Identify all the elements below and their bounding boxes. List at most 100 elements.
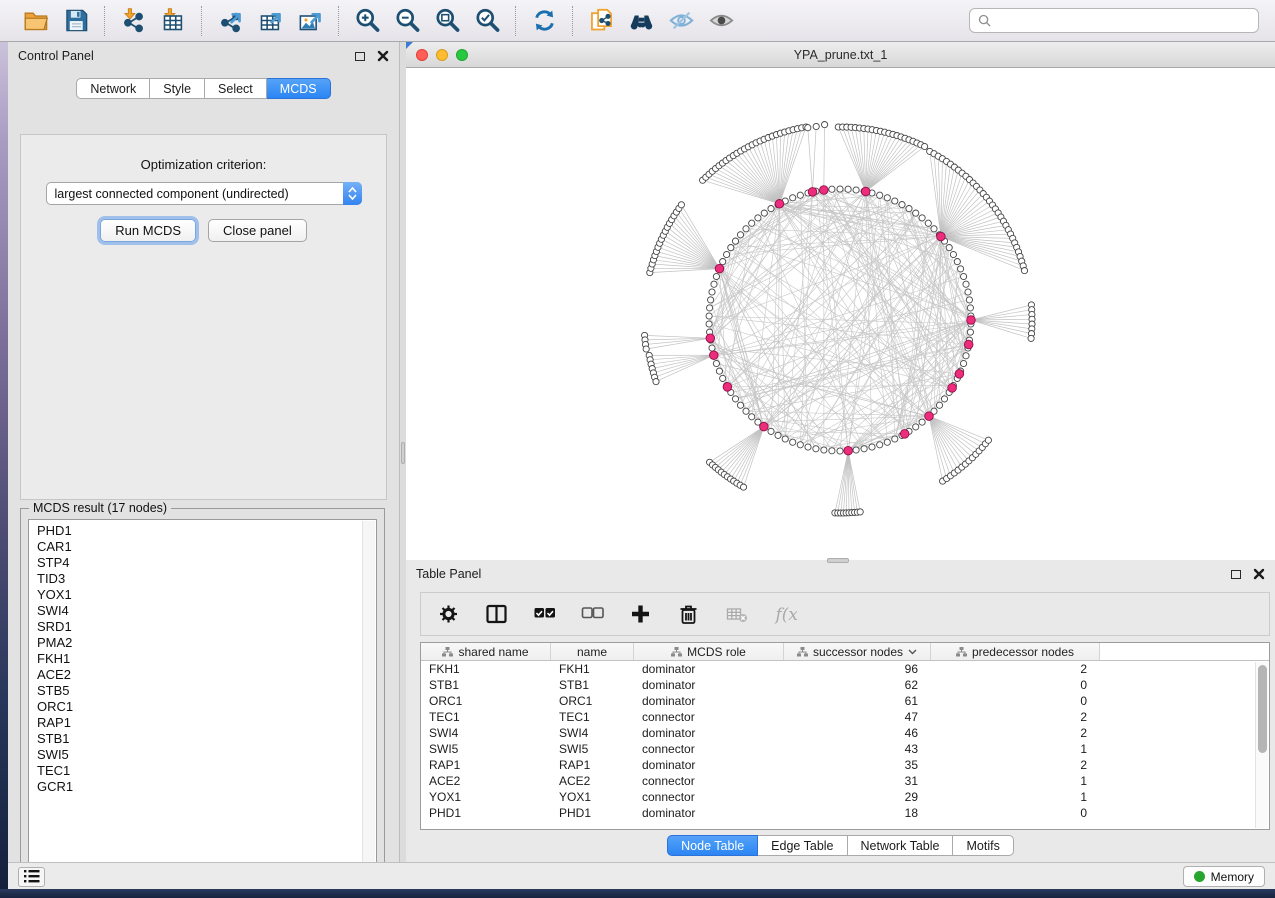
- table-scrollbar[interactable]: [1255, 662, 1268, 828]
- criterion-dropdown[interactable]: largest connected component (undirected): [46, 182, 362, 205]
- settings-gear-button[interactable]: [437, 603, 461, 626]
- table-row[interactable]: SWI4SWI4dominator462: [421, 725, 1269, 741]
- table-tab-network-table[interactable]: Network Table: [848, 835, 954, 856]
- cell-name[interactable]: RAP1: [551, 758, 634, 772]
- zoom-out-button[interactable]: [387, 4, 427, 38]
- export-image-button[interactable]: [290, 4, 330, 38]
- result-list-scrollbar[interactable]: [362, 521, 375, 870]
- table-row[interactable]: PHD1PHD1dominator180: [421, 805, 1269, 821]
- cell-shared-name[interactable]: YOX1: [421, 790, 551, 804]
- network-graph[interactable]: [406, 68, 1275, 560]
- cell-MCDS-role[interactable]: connector: [634, 790, 784, 804]
- search-field[interactable]: [969, 8, 1259, 33]
- cell-predecessor-nodes[interactable]: 1: [931, 742, 1100, 756]
- table-tab-edge-table[interactable]: Edge Table: [758, 835, 847, 856]
- cell-successor-nodes[interactable]: 43: [784, 742, 931, 756]
- cell-successor-nodes[interactable]: 31: [784, 774, 931, 788]
- show-columns-button[interactable]: [485, 603, 509, 626]
- table-row[interactable]: RAP1RAP1dominator352: [421, 757, 1269, 773]
- float-table-panel-icon[interactable]: [1231, 570, 1241, 579]
- cell-predecessor-nodes[interactable]: 0: [931, 806, 1100, 820]
- cell-name[interactable]: ORC1: [551, 694, 634, 708]
- cell-predecessor-nodes[interactable]: 2: [931, 662, 1100, 676]
- cell-shared-name[interactable]: TEC1: [421, 710, 551, 724]
- save-session-button[interactable]: [56, 4, 96, 38]
- table-scrollbar-thumb[interactable]: [1258, 665, 1267, 753]
- export-network-button[interactable]: [210, 4, 250, 38]
- cell-MCDS-role[interactable]: connector: [634, 774, 784, 788]
- tab-select[interactable]: Select: [205, 78, 267, 99]
- mcds-result-node[interactable]: SRD1: [33, 619, 376, 635]
- mcds-result-list[interactable]: PHD1CAR1STP4TID3YOX1SWI4SRD1PMA2FKH1ACE2…: [28, 519, 377, 872]
- memory-button[interactable]: Memory: [1183, 866, 1265, 887]
- cell-MCDS-role[interactable]: dominator: [634, 678, 784, 692]
- column-header-name[interactable]: name: [551, 643, 634, 660]
- cell-MCDS-role[interactable]: dominator: [634, 758, 784, 772]
- mcds-result-node[interactable]: RAP1: [33, 715, 376, 731]
- find-button[interactable]: [621, 4, 661, 38]
- zoom-fit-button[interactable]: [427, 4, 467, 38]
- cell-successor-nodes[interactable]: 35: [784, 758, 931, 772]
- cell-shared-name[interactable]: SWI4: [421, 726, 551, 740]
- mcds-result-node[interactable]: STB1: [33, 731, 376, 747]
- cell-successor-nodes[interactable]: 29: [784, 790, 931, 804]
- mcds-result-node[interactable]: PMA2: [33, 635, 376, 651]
- search-input[interactable]: [996, 14, 1250, 28]
- column-header-MCDS-role[interactable]: MCDS role: [634, 643, 784, 660]
- column-header-shared-name[interactable]: shared name: [421, 643, 551, 660]
- cell-predecessor-nodes[interactable]: 1: [931, 790, 1100, 804]
- table-row[interactable]: SWI5SWI5connector431: [421, 741, 1269, 757]
- cell-successor-nodes[interactable]: 61: [784, 694, 931, 708]
- mcds-result-node[interactable]: CAR1: [33, 539, 376, 555]
- cell-predecessor-nodes[interactable]: 0: [931, 678, 1100, 692]
- divider-handle[interactable]: [401, 442, 405, 464]
- cell-name[interactable]: SWI5: [551, 742, 634, 756]
- cell-shared-name[interactable]: RAP1: [421, 758, 551, 772]
- table-row[interactable]: STB1STB1dominator620: [421, 677, 1269, 693]
- export-table-button[interactable]: [250, 4, 290, 38]
- show-all-button[interactable]: [701, 4, 741, 38]
- tab-mcds[interactable]: MCDS: [267, 78, 331, 99]
- cell-predecessor-nodes[interactable]: 2: [931, 710, 1100, 724]
- cell-MCDS-role[interactable]: dominator: [634, 662, 784, 676]
- zoom-in-button[interactable]: [347, 4, 387, 38]
- table-row[interactable]: ORC1ORC1dominator610: [421, 693, 1269, 709]
- import-network-button[interactable]: [113, 4, 153, 38]
- table-row[interactable]: YOX1YOX1connector291: [421, 789, 1269, 805]
- column-header-predecessor-nodes[interactable]: predecessor nodes: [931, 643, 1100, 660]
- cell-shared-name[interactable]: STB1: [421, 678, 551, 692]
- cell-successor-nodes[interactable]: 62: [784, 678, 931, 692]
- task-history-button[interactable]: [18, 867, 45, 887]
- mcds-result-node[interactable]: YOX1: [33, 587, 376, 603]
- table-row[interactable]: TEC1TEC1connector472: [421, 709, 1269, 725]
- hide-selected-button[interactable]: [661, 4, 701, 38]
- cell-name[interactable]: PHD1: [551, 806, 634, 820]
- close-panel-button[interactable]: Close panel: [208, 219, 307, 242]
- float-panel-icon[interactable]: [355, 52, 365, 61]
- mcds-result-node[interactable]: TEC1: [33, 763, 376, 779]
- tab-network[interactable]: Network: [76, 78, 150, 99]
- table-tab-node-table[interactable]: Node Table: [667, 835, 758, 856]
- table-row[interactable]: FKH1FKH1dominator962: [421, 661, 1269, 677]
- cell-successor-nodes[interactable]: 96: [784, 662, 931, 676]
- mcds-result-node[interactable]: ORC1: [33, 699, 376, 715]
- mcds-result-node[interactable]: TID3: [33, 571, 376, 587]
- mcds-result-node[interactable]: SWI5: [33, 747, 376, 763]
- cell-predecessor-nodes[interactable]: 0: [931, 694, 1100, 708]
- cell-successor-nodes[interactable]: 18: [784, 806, 931, 820]
- cell-successor-nodes[interactable]: 47: [784, 710, 931, 724]
- cell-name[interactable]: YOX1: [551, 790, 634, 804]
- run-mcds-button[interactable]: Run MCDS: [100, 219, 196, 242]
- cell-predecessor-nodes[interactable]: 2: [931, 758, 1100, 772]
- add-row-button[interactable]: [629, 603, 653, 626]
- cell-shared-name[interactable]: ORC1: [421, 694, 551, 708]
- close-table-panel-icon[interactable]: [1253, 568, 1265, 580]
- mcds-result-node[interactable]: GCR1: [33, 779, 376, 795]
- cell-shared-name[interactable]: SWI5: [421, 742, 551, 756]
- import-table-button[interactable]: [153, 4, 193, 38]
- cell-MCDS-role[interactable]: connector: [634, 742, 784, 756]
- cell-predecessor-nodes[interactable]: 1: [931, 774, 1100, 788]
- mcds-result-node[interactable]: STP4: [33, 555, 376, 571]
- mcds-result-node[interactable]: STB5: [33, 683, 376, 699]
- tab-style[interactable]: Style: [150, 78, 205, 99]
